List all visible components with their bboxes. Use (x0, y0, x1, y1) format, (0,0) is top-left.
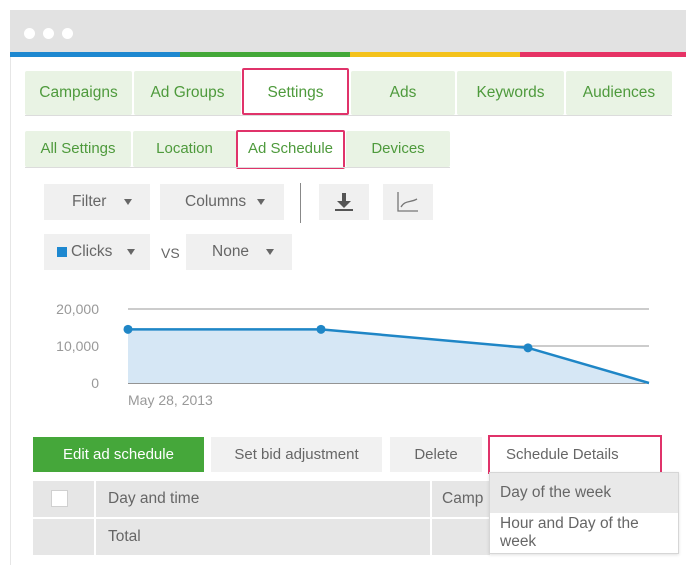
x-tick-label: May 28, 2013 (128, 392, 213, 408)
filter-dropdown[interactable]: Filter (44, 184, 150, 220)
tab-campaigns[interactable]: Campaigns (25, 71, 132, 115)
window-titlebar (10, 10, 686, 56)
menu-item-hour-and-day-of-week[interactable]: Hour and Day of the week (490, 513, 678, 553)
table-total-campaign-cell (432, 519, 490, 555)
button-label: Set bid adjustment (234, 446, 359, 463)
chevron-down-icon (124, 199, 133, 205)
schedule-details-menu: Day of the week Hour and Day of the week (489, 472, 679, 554)
edit-ad-schedule-button[interactable]: Edit ad schedule (33, 437, 204, 472)
tab-settings[interactable]: Settings (242, 68, 349, 115)
y-tick-label: 0 (91, 375, 99, 391)
y-tick-label: 20,000 (56, 301, 99, 317)
total-label: Total (108, 528, 141, 545)
column-header-label: Day and time (108, 490, 200, 507)
subtabs-divider (25, 167, 450, 168)
subtab-label: All Settings (40, 140, 116, 157)
window-dot-icon (62, 28, 73, 39)
tab-label: Ad Groups (150, 84, 225, 101)
tab-label: Audiences (582, 84, 656, 101)
chevron-down-icon (127, 249, 136, 255)
vs-label: VS (161, 245, 180, 261)
subtab-label: Ad Schedule (247, 140, 334, 157)
subtab-label: Devices (371, 140, 425, 157)
button-label: Delete (414, 446, 458, 463)
table-row-total: Total (96, 519, 430, 555)
tab-keywords[interactable]: Keywords (457, 71, 564, 115)
columns-dropdown[interactable]: Columns (160, 184, 284, 220)
tab-label: Keywords (476, 84, 545, 101)
subtab-ad-schedule[interactable]: Ad Schedule (236, 130, 345, 169)
table-total-checkbox-cell (33, 519, 94, 555)
toolbar-separator (300, 183, 301, 223)
metric1-label: Clicks (71, 243, 113, 260)
tab-label: Ads (389, 84, 417, 101)
column-header-label: Camp (442, 490, 484, 507)
line-chart-icon (397, 192, 418, 212)
tab-label: Settings (267, 84, 324, 101)
tab-audiences[interactable]: Audiences (566, 71, 672, 115)
set-bid-adjustment-button[interactable]: Set bid adjustment (211, 437, 382, 472)
metric2-dropdown[interactable]: None (186, 234, 292, 270)
delete-button[interactable]: Delete (390, 437, 482, 472)
download-button[interactable] (319, 184, 369, 220)
chart-area-fill (128, 329, 649, 383)
subtab-all-settings[interactable]: All Settings (25, 131, 131, 167)
metric1-dropdown[interactable]: Clicks (44, 234, 150, 270)
tab-label: Campaigns (39, 84, 118, 101)
chart-toggle-button[interactable] (383, 184, 433, 220)
chart-data-point (316, 324, 326, 334)
tab-ad-groups[interactable]: Ad Groups (134, 71, 241, 115)
columns-label: Columns (185, 193, 247, 210)
table-header-campaign[interactable]: Camp (432, 481, 490, 517)
table-select-all-cell (33, 481, 94, 517)
chart-data-point (123, 324, 133, 334)
download-icon (335, 193, 353, 211)
clicks-chart: 20,000 10,000 0 May 28, 2013 (56, 301, 650, 408)
subtab-location[interactable]: Location (133, 131, 236, 167)
chevron-down-icon (266, 249, 275, 255)
menu-item-label: Hour and Day of the week (500, 515, 639, 550)
metric2-label: None (212, 243, 250, 260)
chart-data-point (523, 343, 533, 353)
button-label: Schedule Details (506, 446, 619, 463)
tabs-divider (25, 115, 672, 116)
y-tick-label: 10,000 (56, 338, 99, 354)
filter-label: Filter (72, 193, 107, 210)
metric1-color-swatch (57, 247, 67, 257)
menu-item-label: Day of the week (500, 484, 612, 501)
window-dot-icon (43, 28, 54, 39)
subtab-label: Location (156, 140, 213, 157)
select-all-checkbox[interactable] (51, 490, 68, 507)
button-label: Edit ad schedule (63, 446, 174, 463)
subtab-devices[interactable]: Devices (346, 131, 450, 167)
table-header-day-and-time[interactable]: Day and time (96, 481, 430, 517)
schedule-details-dropdown[interactable]: Schedule Details (488, 435, 662, 474)
chevron-down-icon (257, 199, 266, 205)
window-dot-icon (24, 28, 35, 39)
menu-item-day-of-week[interactable]: Day of the week (490, 473, 678, 513)
tab-ads[interactable]: Ads (351, 71, 455, 115)
